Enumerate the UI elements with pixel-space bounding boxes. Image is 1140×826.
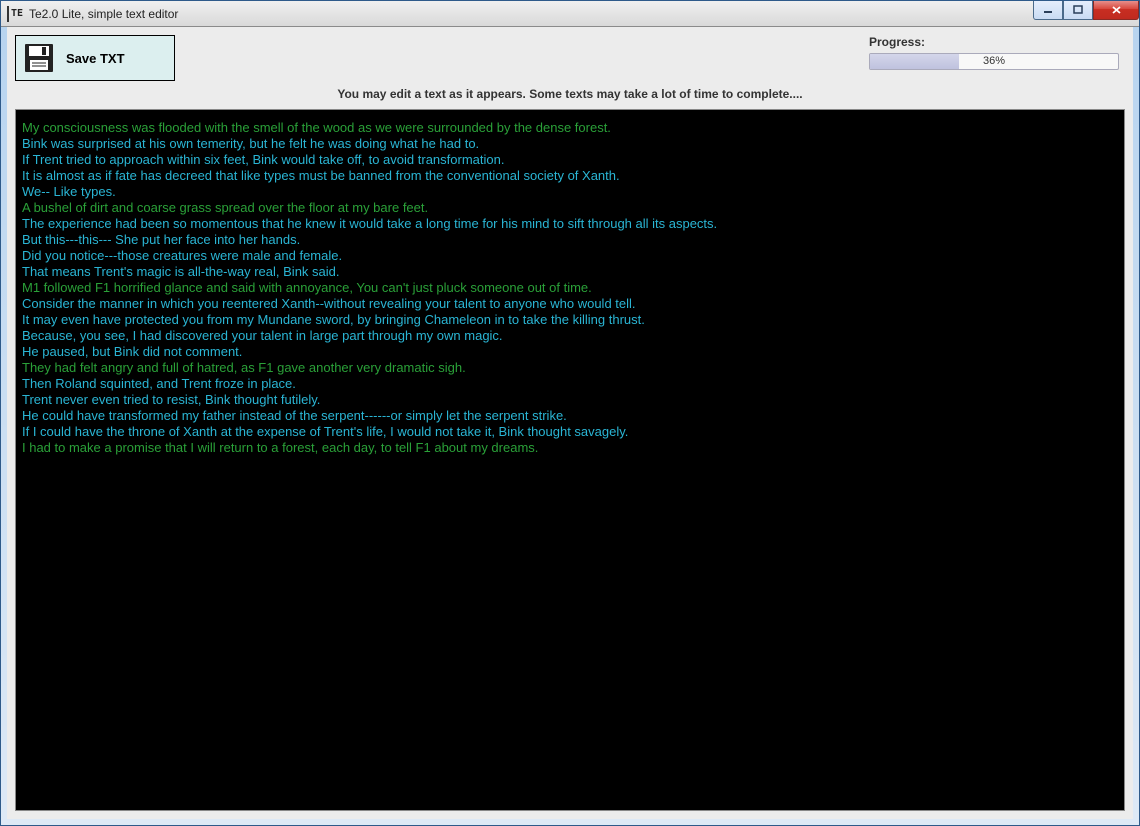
client-area: Save TXT Progress: 36% You may edit a te… — [1, 27, 1139, 825]
hint-text: You may edit a text as it appears. Some … — [15, 87, 1125, 101]
window-controls — [1033, 1, 1139, 20]
editor-line[interactable]: But this---this--- She put her face into… — [22, 232, 1118, 248]
close-icon — [1111, 5, 1122, 15]
editor-line[interactable]: Consider the manner in which you reenter… — [22, 296, 1118, 312]
progress-bar: 36% — [869, 53, 1119, 70]
editor-line[interactable]: Trent never even tried to resist, Bink t… — [22, 392, 1118, 408]
top-row: Save TXT Progress: 36% — [15, 35, 1125, 81]
progress-block: Progress: 36% — [869, 35, 1119, 70]
text-editor[interactable]: My consciousness was flooded with the sm… — [15, 109, 1125, 811]
minimize-button[interactable] — [1033, 1, 1063, 20]
progress-text: 36% — [870, 55, 1118, 67]
progress-label: Progress: — [869, 35, 1119, 49]
editor-line[interactable]: He could have transformed my father inst… — [22, 408, 1118, 424]
editor-line[interactable]: Bink was surprised at his own temerity, … — [22, 136, 1118, 152]
app-icon: TE — [7, 6, 23, 22]
editor-line[interactable]: My consciousness was flooded with the sm… — [22, 120, 1118, 136]
save-button-label: Save TXT — [66, 51, 125, 66]
editor-line[interactable]: A bushel of dirt and coarse grass spread… — [22, 200, 1118, 216]
editor-line[interactable]: Did you notice---those creatures were ma… — [22, 248, 1118, 264]
app-window: TE Te2.0 Lite, simple text editor — [0, 0, 1140, 826]
maximize-icon — [1073, 5, 1083, 15]
editor-line[interactable]: They had felt angry and full of hatred, … — [22, 360, 1118, 376]
editor-line[interactable]: Then Roland squinted, and Trent froze in… — [22, 376, 1118, 392]
minimize-icon — [1043, 5, 1053, 15]
maximize-button[interactable] — [1063, 1, 1093, 20]
editor-line[interactable]: It may even have protected you from my M… — [22, 312, 1118, 328]
editor-line[interactable]: If Trent tried to approach within six fe… — [22, 152, 1118, 168]
editor-line[interactable]: Because, you see, I had discovered your … — [22, 328, 1118, 344]
editor-line[interactable]: I had to make a promise that I will retu… — [22, 440, 1118, 456]
editor-line[interactable]: It is almost as if fate has decreed that… — [22, 168, 1118, 184]
floppy-icon — [24, 43, 54, 73]
save-button[interactable]: Save TXT — [15, 35, 175, 81]
editor-line[interactable]: We-- Like types. — [22, 184, 1118, 200]
editor-line[interactable]: That means Trent's magic is all-the-way … — [22, 264, 1118, 280]
editor-line[interactable]: M1 followed F1 horrified glance and said… — [22, 280, 1118, 296]
editor-line[interactable]: The experience had been so momentous tha… — [22, 216, 1118, 232]
editor-line[interactable]: If I could have the throne of Xanth at t… — [22, 424, 1118, 440]
close-button[interactable] — [1093, 1, 1139, 20]
editor-line[interactable]: He paused, but Bink did not comment. — [22, 344, 1118, 360]
titlebar[interactable]: TE Te2.0 Lite, simple text editor — [1, 1, 1139, 27]
window-title: Te2.0 Lite, simple text editor — [29, 7, 178, 21]
